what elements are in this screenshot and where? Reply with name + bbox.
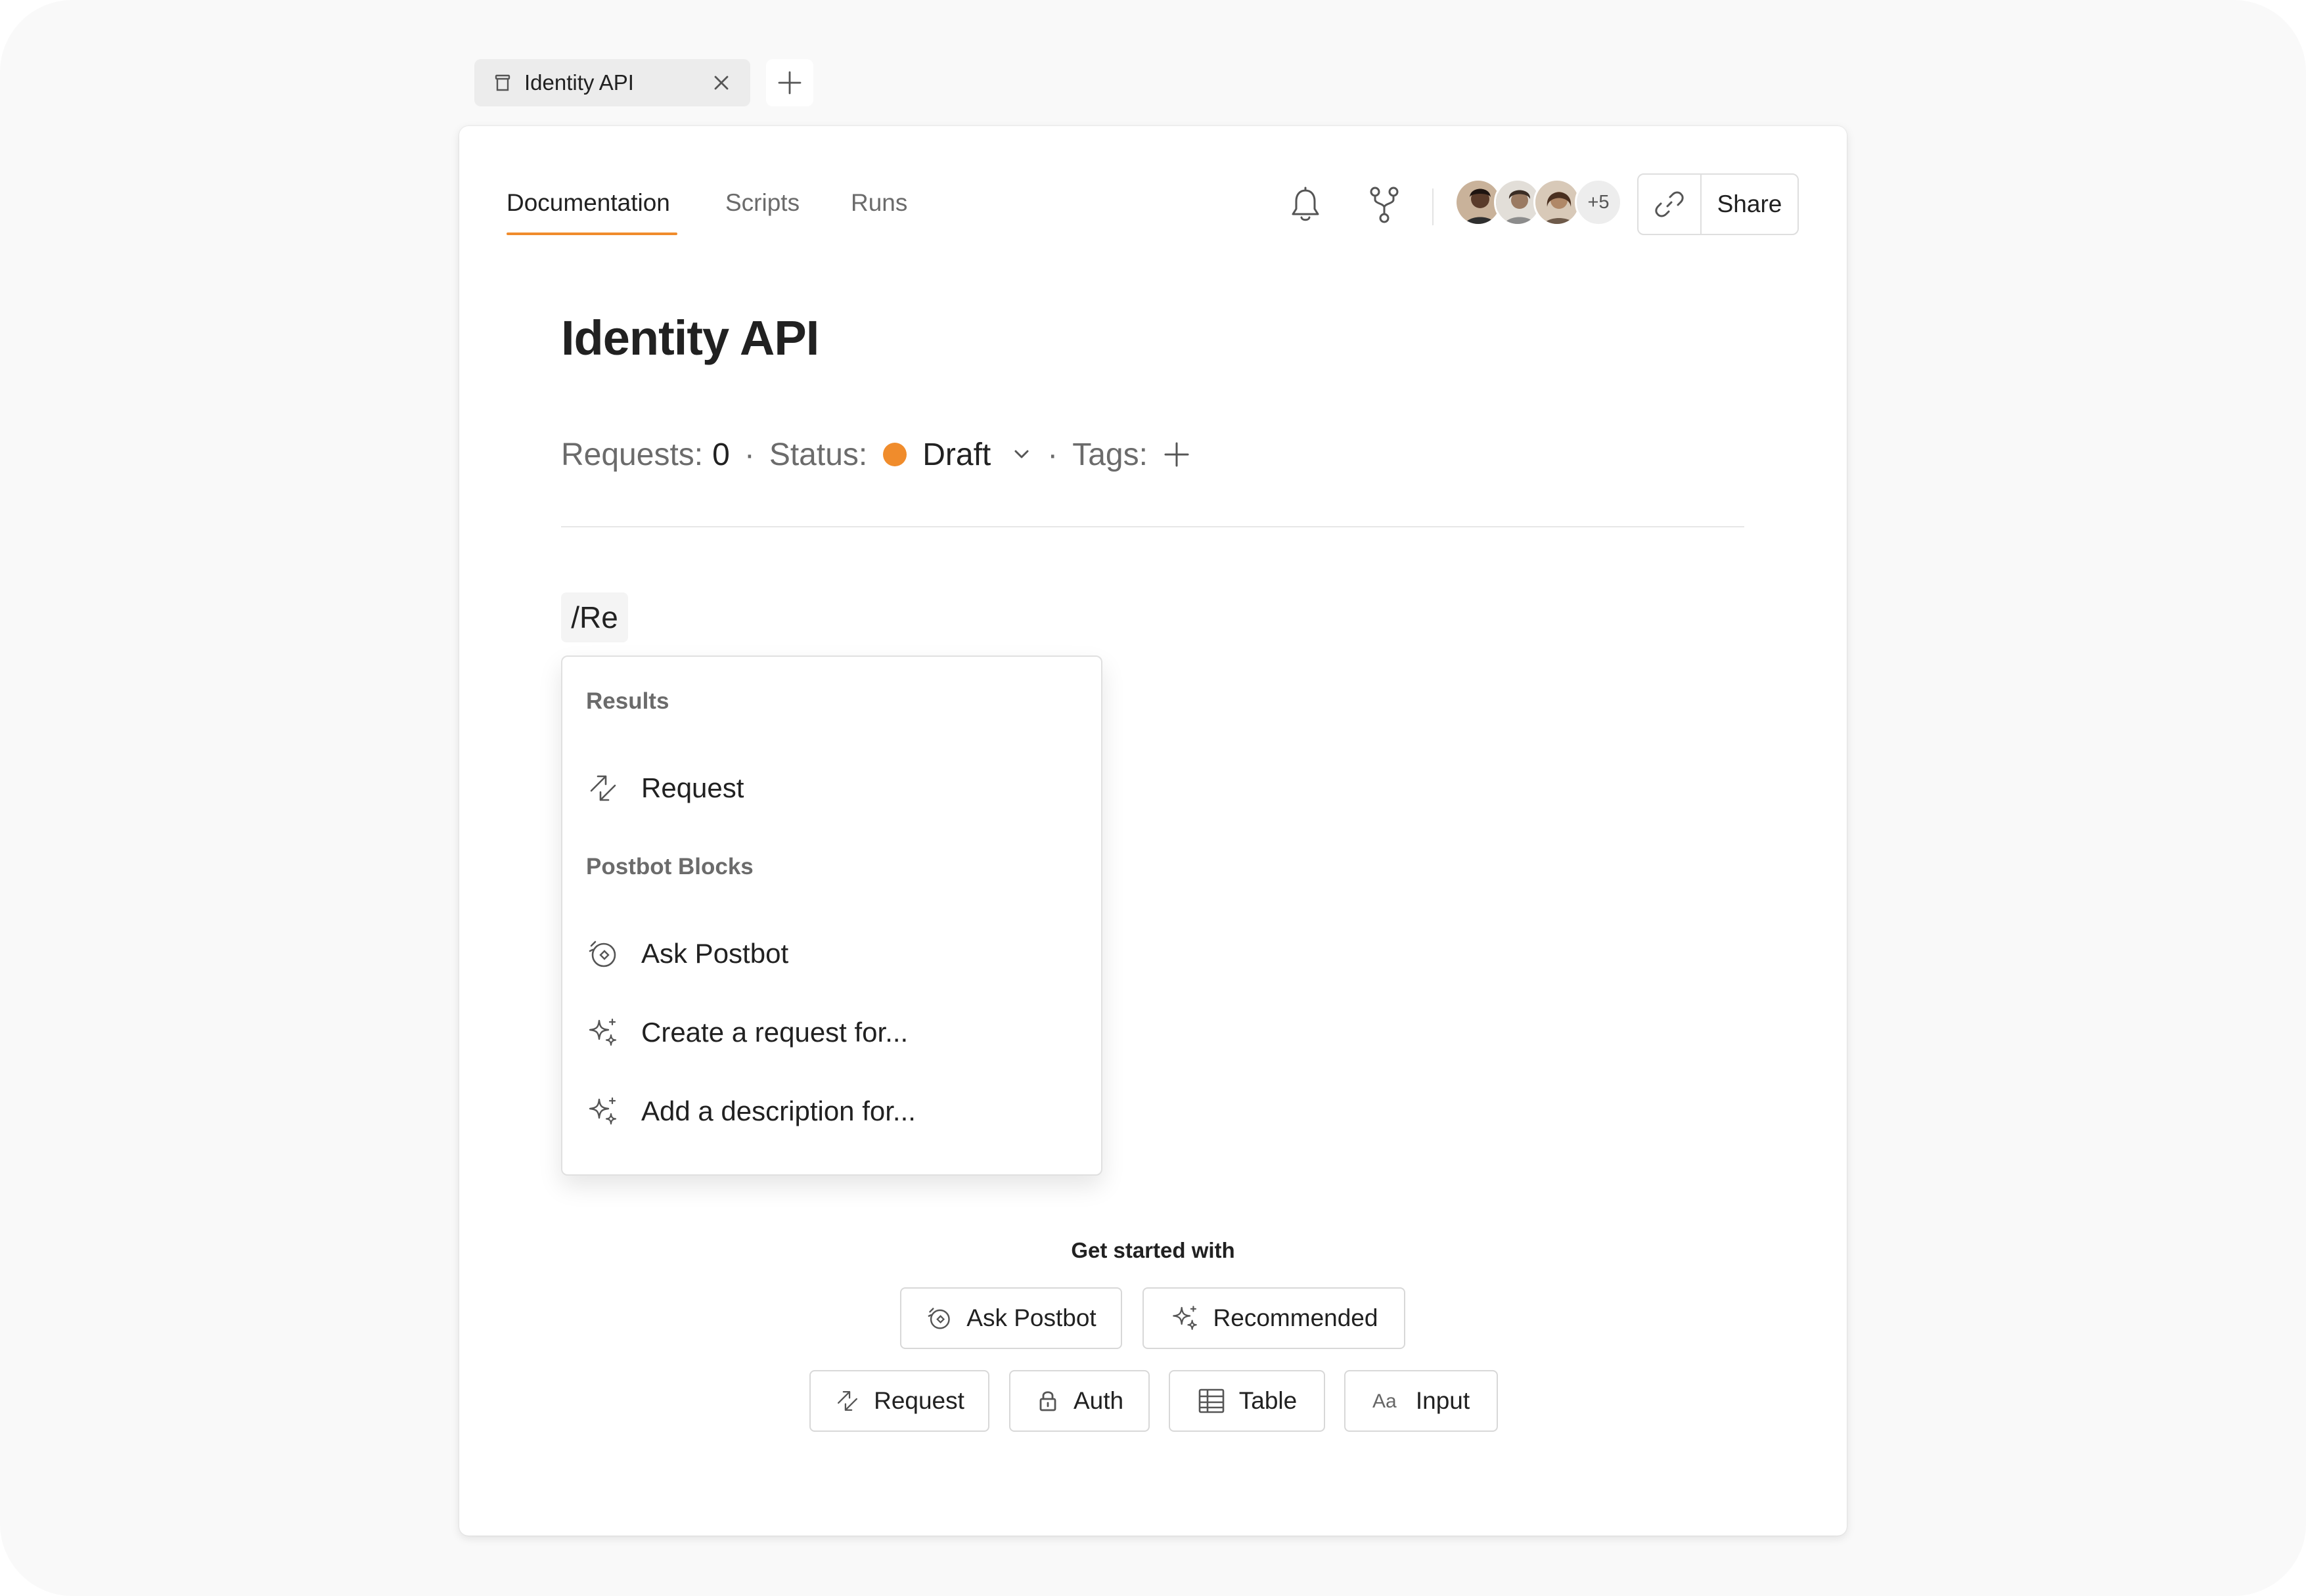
request-icon xyxy=(834,1388,861,1414)
meta-separator: · xyxy=(744,437,755,472)
tab-label: Identity API xyxy=(524,70,634,95)
status-label: Status: xyxy=(769,437,868,472)
menu-item-label: Add a description for... xyxy=(641,1096,916,1126)
recommended-button[interactable]: Recommended xyxy=(1142,1287,1405,1349)
chip-label: Auth xyxy=(1073,1387,1124,1414)
chevron-down-icon[interactable] xyxy=(1010,443,1033,466)
get-started-heading: Get started with xyxy=(1071,1238,1235,1262)
active-tab-indicator xyxy=(507,233,677,235)
status-value[interactable]: Draft xyxy=(922,437,991,473)
menu-section-results: Results xyxy=(586,688,669,714)
sparkles-icon xyxy=(586,1015,620,1050)
new-tab-button[interactable] xyxy=(766,59,813,106)
menu-section-postbot: Postbot Blocks xyxy=(586,854,754,879)
menu-item-label: Ask Postbot xyxy=(641,938,789,969)
toolbar-divider xyxy=(1432,188,1434,225)
tab-documentation[interactable]: Documentation xyxy=(507,189,670,217)
chip-label: Request xyxy=(874,1387,964,1414)
table-icon xyxy=(1197,1386,1226,1415)
fork-icon[interactable] xyxy=(1366,185,1403,225)
divider xyxy=(561,526,1744,527)
text-aa-icon: Aa xyxy=(1372,1389,1403,1413)
meta-separator: · xyxy=(1047,437,1058,472)
postbot-icon xyxy=(926,1304,953,1332)
chip-label: Input xyxy=(1415,1387,1470,1414)
sparkles-icon xyxy=(586,1094,620,1128)
menu-item-create-request[interactable]: Create a request for... xyxy=(586,1013,908,1052)
avatar[interactable] xyxy=(1533,179,1581,226)
link-icon xyxy=(1654,189,1684,219)
share-button[interactable]: Share xyxy=(1702,175,1797,234)
table-button[interactable]: Table xyxy=(1169,1370,1325,1432)
copy-link-button[interactable] xyxy=(1639,175,1702,234)
close-icon[interactable] xyxy=(710,71,733,95)
postbot-icon xyxy=(586,937,620,971)
collection-card: Documentation Scripts Runs +5 Share Iden… xyxy=(459,126,1847,1536)
lock-icon xyxy=(1035,1388,1060,1413)
ask-postbot-button[interactable]: Ask Postbot xyxy=(900,1287,1122,1349)
chip-label: Ask Postbot xyxy=(966,1304,1096,1331)
app-window: Identity API Documentation Scripts Runs xyxy=(0,0,2306,1596)
auth-button[interactable]: Auth xyxy=(1009,1370,1150,1432)
share-controls: Share xyxy=(1637,173,1799,235)
requests-label: Requests: xyxy=(561,437,704,472)
plus-icon xyxy=(777,70,803,96)
page-title[interactable]: Identity API xyxy=(561,310,819,366)
request-icon xyxy=(586,771,620,805)
avatars-more-count[interactable]: +5 xyxy=(1575,179,1622,226)
sparkles-icon xyxy=(1170,1303,1200,1333)
collection-meta: Requests: 0 · Status: Draft · Tags: xyxy=(561,435,1191,474)
tab-runs[interactable]: Runs xyxy=(851,189,907,217)
chip-label: Table xyxy=(1238,1387,1298,1414)
svg-text:Aa: Aa xyxy=(1372,1390,1397,1412)
slash-command-input[interactable]: /Re xyxy=(561,592,628,642)
status-indicator xyxy=(883,443,907,466)
requests-count: 0 xyxy=(712,437,730,472)
menu-item-label: Create a request for... xyxy=(641,1017,909,1048)
input-button[interactable]: Aa Input xyxy=(1344,1370,1498,1432)
tab-scripts[interactable]: Scripts xyxy=(725,189,800,217)
tags-label: Tags: xyxy=(1072,437,1148,472)
menu-item-add-description[interactable]: Add a description for... xyxy=(586,1092,916,1131)
menu-item-ask-postbot[interactable]: Ask Postbot xyxy=(586,934,788,973)
chip-label: Recommended xyxy=(1213,1304,1378,1331)
menu-item-request[interactable]: Request xyxy=(586,768,744,808)
add-tag-icon[interactable] xyxy=(1162,440,1191,469)
tab-identity-api[interactable]: Identity API xyxy=(474,59,750,106)
request-button[interactable]: Request xyxy=(809,1370,989,1432)
menu-item-label: Request xyxy=(641,772,744,803)
slash-command-menu: Results Request Postbot Blocks Ask Postb… xyxy=(561,655,1102,1176)
bell-icon[interactable] xyxy=(1288,185,1323,225)
collection-icon xyxy=(491,72,514,94)
